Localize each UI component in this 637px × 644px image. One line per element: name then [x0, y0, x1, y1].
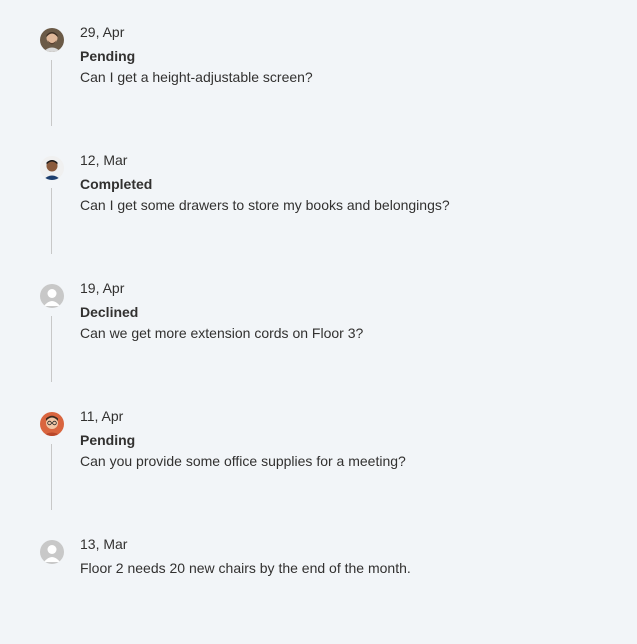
entry-message: Can I get some drawers to store my books…	[80, 197, 450, 213]
avatar-person-beard-icon[interactable]	[40, 28, 64, 52]
avatar-person-dark-hair-icon[interactable]	[40, 156, 64, 180]
timeline-connector	[51, 316, 52, 382]
entry-message: Can we get more extension cords on Floor…	[80, 325, 364, 341]
entry-status: Pending	[80, 48, 136, 64]
entry-status: Pending	[80, 432, 136, 448]
entry-status: Completed	[80, 176, 153, 192]
entry-status: Declined	[80, 304, 139, 320]
timeline-connector	[51, 188, 52, 254]
entry-date: 13, Mar	[80, 536, 128, 552]
entry-date: 29, Apr	[80, 24, 125, 40]
avatar-person-glasses-icon[interactable]	[40, 412, 64, 436]
entry-message: Floor 2 needs 20 new chairs by the end o…	[80, 560, 411, 576]
avatar-placeholder-icon[interactable]	[40, 284, 64, 308]
entry-date: 12, Mar	[80, 152, 128, 168]
timeline-connector	[51, 444, 52, 510]
avatar-placeholder-icon[interactable]	[40, 540, 64, 564]
entry-date: 11, Apr	[80, 408, 124, 424]
entry-message: Can you provide some office supplies for…	[80, 453, 406, 469]
request-timeline: 29, Apr Pending Can I get a height-adjus…	[0, 0, 637, 644]
timeline-connector	[51, 60, 52, 126]
entry-message: Can I get a height-adjustable screen?	[80, 69, 313, 85]
entry-date: 19, Apr	[80, 280, 125, 296]
